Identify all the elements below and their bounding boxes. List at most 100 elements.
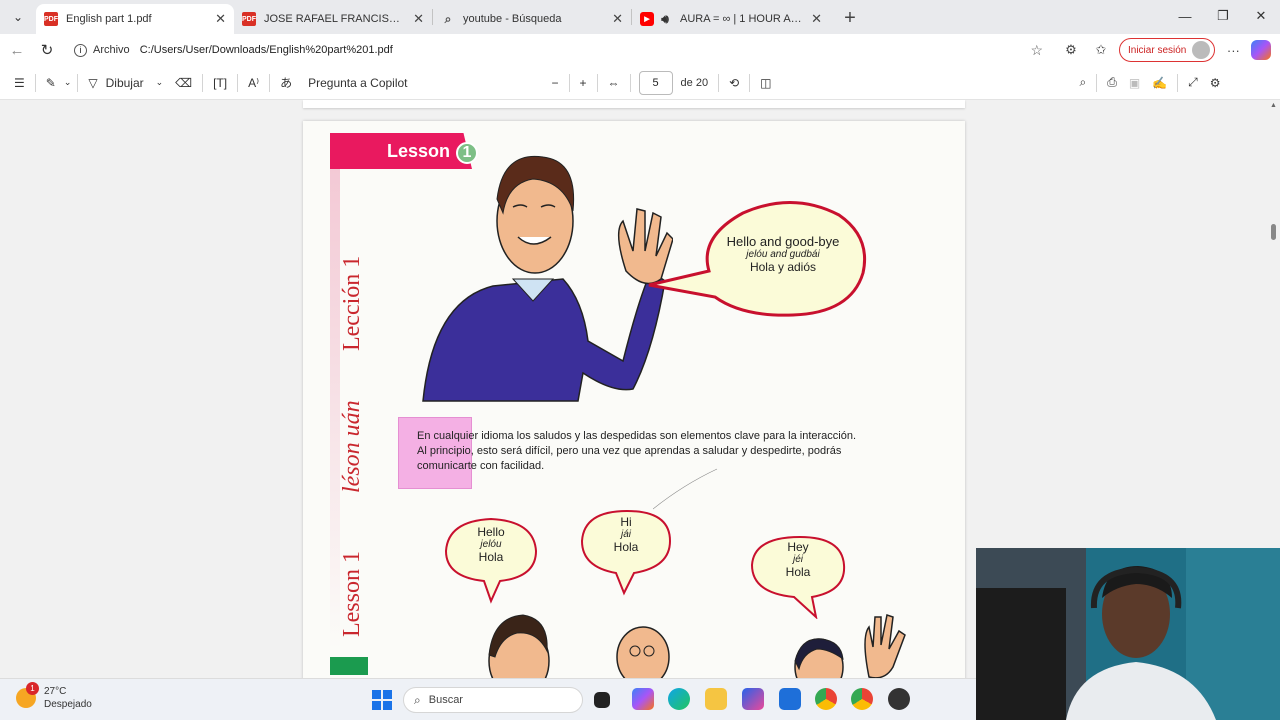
copilot-icon[interactable]	[1251, 40, 1272, 60]
edge-browser-icon[interactable]	[668, 688, 690, 710]
pdf-icon: PDF	[44, 12, 58, 26]
chrome-profile-icon[interactable]	[851, 688, 873, 710]
greeting-pronunciation: jelóu	[480, 539, 502, 550]
window-controls: — ❐ ✕	[1166, 0, 1280, 32]
settings-gear-icon[interactable]: ⚙	[1204, 70, 1227, 96]
table-of-contents-icon[interactable]: ☰	[8, 70, 31, 96]
back-icon[interactable]: ←	[2, 36, 32, 64]
bubble-spanish: Hola y adiós	[749, 260, 817, 274]
green-decoration	[330, 657, 368, 675]
address-url[interactable]: C:/Users/User/Downloads/English%20part%2…	[140, 44, 1031, 56]
greeting-pronunciation: jéi	[792, 554, 803, 565]
main-bubble-text: Hello and good-bye jelóu and gudbái Hola…	[708, 234, 858, 274]
chrome-icon[interactable]	[815, 688, 837, 710]
greeting-text-hi: Hi jái Hola	[582, 515, 670, 554]
task-view-icon[interactable]	[594, 692, 610, 708]
search-icon: ⌕	[414, 692, 421, 707]
toolbar-separator	[269, 73, 271, 92]
notification-badge: 1	[26, 682, 39, 695]
close-window-icon[interactable]: ✕	[1242, 0, 1280, 32]
fit-page-icon[interactable]: ⇔	[602, 70, 626, 96]
chevron-down-icon[interactable]: ⌄	[62, 70, 74, 96]
info-icon[interactable]: i	[74, 43, 87, 57]
webcam-person	[976, 548, 1280, 720]
toolbar-separator	[568, 73, 570, 92]
waving-man-illustration	[422, 155, 673, 402]
zoom-out-icon[interactable]: −	[546, 70, 565, 96]
boy-illustration	[488, 614, 550, 678]
close-tab-icon[interactable]: ✕	[413, 11, 424, 27]
girl-illustration	[794, 614, 906, 678]
favorite-star-icon[interactable]: ☆	[1030, 42, 1043, 59]
intro-paragraph: En cualquier idioma los saludos y las de…	[417, 430, 857, 472]
scroll-up-icon[interactable]: ▲	[1270, 102, 1277, 109]
toolbar-separator	[596, 73, 598, 92]
webcam-overlay	[976, 548, 1280, 720]
mail-icon[interactable]	[779, 688, 801, 710]
tab-youtube-search[interactable]: ⌕ youtube - Búsqueda ✕	[433, 4, 631, 34]
weather-temperature: 27°C	[44, 686, 67, 697]
weather-widget[interactable]: 1 27°C Despejado	[16, 682, 92, 711]
toolbar-separator	[718, 73, 720, 92]
previous-page-edge	[303, 100, 965, 108]
search-placeholder: Buscar	[428, 694, 463, 706]
zoom-in-icon[interactable]: +	[574, 70, 593, 96]
pdf-icon: PDF	[242, 12, 256, 26]
page-view-icon[interactable]: ◫	[754, 70, 777, 96]
chevron-down-icon: ⌄	[155, 77, 164, 87]
favorites-icon[interactable]: ✩	[1089, 38, 1113, 62]
translate-icon[interactable]: あ	[274, 70, 298, 96]
greeting-english: Hi	[620, 515, 632, 529]
store-app-icon[interactable]	[742, 688, 764, 710]
avatar-icon	[1192, 41, 1211, 59]
address-scheme: Archivo	[93, 44, 130, 56]
address-bar[interactable]: i Archivo C:/Users/User/Downloads/Englis…	[66, 37, 1051, 63]
more-icon[interactable]: ···	[1221, 38, 1245, 62]
minimize-icon[interactable]: —	[1166, 0, 1204, 32]
scrollbar-thumb[interactable]	[1271, 224, 1276, 240]
tab-actions-menu-icon[interactable]: ⌄	[4, 4, 32, 30]
add-text-icon[interactable]: [T]	[207, 70, 233, 96]
tab-aura[interactable]: ▶ 🔊︎ AURA = ∞ | 1 HOUR ABSOLUT ✕	[632, 4, 830, 34]
save-icon[interactable]: ▣	[1123, 70, 1146, 96]
vertical-lesson-english: Lesson 1	[339, 551, 365, 637]
taskbar-search-box[interactable]: ⌕ Buscar	[403, 687, 583, 713]
tab-english-part-1[interactable]: PDF English part 1.pdf ✕	[36, 4, 234, 34]
reload-icon[interactable]: ↻	[32, 36, 62, 64]
tab-jose-rafael[interactable]: PDF JOSE RAFAEL FRANCISCO TORIBIO ✕	[234, 4, 432, 34]
toolbar-separator	[237, 73, 239, 92]
address-bar-row: ← ↻ i Archivo C:/Users/User/Downloads/En…	[0, 34, 1280, 66]
search-icon[interactable]: ⌕	[1073, 70, 1092, 96]
tab-title: AURA = ∞ | 1 HOUR ABSOLUT	[680, 13, 806, 25]
ask-copilot-button[interactable]: Pregunta a Copilot	[302, 70, 413, 96]
file-explorer-icon[interactable]	[705, 688, 727, 710]
weather-description: Despejado	[44, 699, 92, 710]
bubble-english: Hello and good-bye	[726, 234, 840, 249]
app-icon[interactable]	[888, 688, 910, 710]
new-tab-icon[interactable]: +	[836, 4, 864, 32]
eraser-icon[interactable]: ⌫	[169, 70, 198, 96]
print-icon[interactable]: ⎙	[1101, 70, 1123, 96]
signin-button[interactable]: Iniciar sesión	[1119, 38, 1216, 62]
greeting-spanish: Hola	[478, 550, 504, 564]
tab-strip: ⌄ PDF English part 1.pdf ✕ PDF JOSE RAFA…	[0, 0, 1280, 34]
close-tab-icon[interactable]: ✕	[811, 11, 822, 27]
restore-icon[interactable]: ❐	[1204, 0, 1242, 32]
vertical-lesson-pronunciation: léson uán	[339, 400, 365, 493]
toolbar-separator	[77, 73, 79, 92]
page-number-input[interactable]: 5	[638, 70, 673, 95]
copilot-app-icon[interactable]	[632, 688, 654, 710]
rotate-icon[interactable]: ⟲	[723, 70, 745, 96]
windows-start-icon[interactable]	[372, 690, 392, 710]
fullscreen-icon[interactable]: ⤢	[1182, 70, 1204, 96]
extensions-icon[interactable]: ⚙	[1059, 38, 1083, 62]
weather-sun-icon: 1	[16, 682, 39, 708]
speaker-icon[interactable]: 🔊︎	[658, 12, 672, 26]
draw-button[interactable]: ▽ Dibujar ⌄	[82, 70, 169, 96]
close-tab-icon[interactable]: ✕	[612, 11, 623, 27]
greeting-english: Hey	[787, 540, 809, 554]
read-aloud-icon[interactable]: A⁾	[242, 70, 265, 96]
close-tab-icon[interactable]: ✕	[215, 11, 226, 27]
save-as-icon[interactable]: ✍	[1146, 70, 1173, 96]
highlight-icon[interactable]: ✎	[40, 70, 62, 96]
